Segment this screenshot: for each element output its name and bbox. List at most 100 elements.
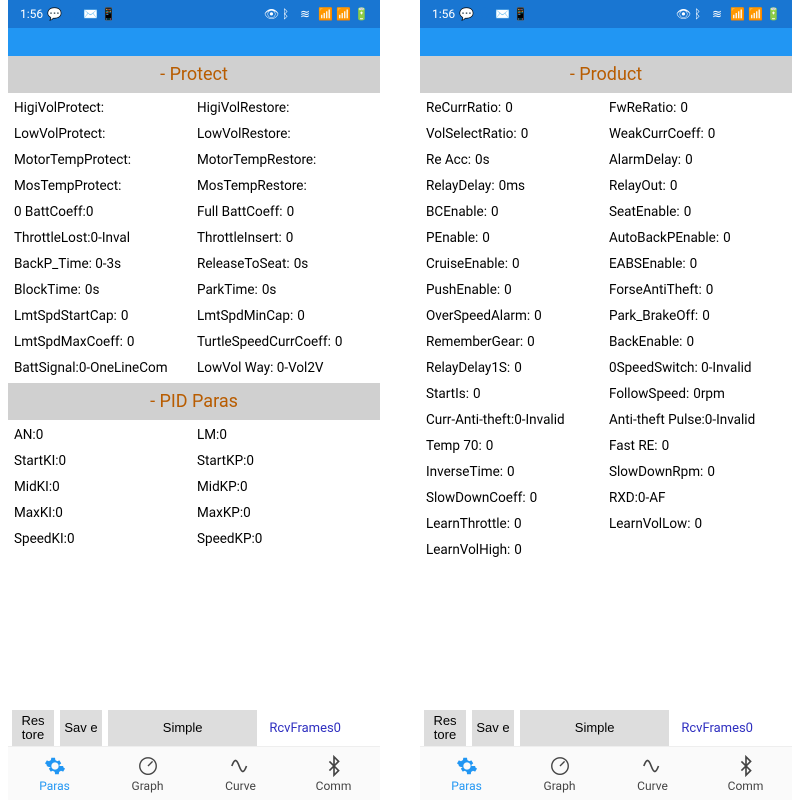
nav-graph[interactable]: Graph [513, 747, 606, 800]
param-item[interactable]: ThrottleLost:0-Inval [14, 225, 191, 251]
nav-paras[interactable]: Paras [8, 747, 101, 800]
param-item[interactable]: BCEnable:0 [426, 199, 603, 225]
param-value: 0 [473, 386, 481, 402]
param-label: Temp 70: [426, 438, 482, 454]
nav-graph[interactable]: Graph [101, 747, 194, 800]
param-item[interactable]: AlarmDelay:0 [609, 147, 786, 173]
nav-curve[interactable]: Curve [606, 747, 699, 800]
param-item[interactable]: MosTempRestore: [197, 173, 374, 199]
param-item[interactable]: CruiseEnable:0 [426, 251, 603, 277]
param-item[interactable]: SlowDownRpm:0 [609, 459, 786, 485]
param-item[interactable]: LM:0 [197, 422, 374, 448]
param-item[interactable]: SpeedKI:0 [14, 526, 191, 552]
param-item[interactable]: LearnVolHigh:0 [426, 537, 603, 563]
param-item[interactable]: HigiVolProtect: [14, 95, 191, 121]
param-item[interactable]: EABSEnable:0 [609, 251, 786, 277]
param-item[interactable]: ParkTime:0s [197, 277, 374, 303]
param-item[interactable]: BattSignal:0-OneLineCom [14, 355, 191, 381]
scroll-area[interactable]: - Protect HigiVolProtect:HigiVolRestore:… [8, 56, 380, 708]
param-value: 0s [262, 282, 277, 298]
param-label: Re Acc: [426, 152, 471, 168]
status-right: 👁 ᛒ ≋ 📶 📶 🔋 [676, 7, 780, 21]
param-item[interactable]: MotorTempRestore: [197, 147, 374, 173]
param-item[interactable]: LmtSpdMaxCoeff:0 [14, 329, 191, 355]
status-time: 1:56 [432, 7, 455, 21]
param-item[interactable]: RelayDelay1S:0 [426, 355, 603, 381]
param-item[interactable]: Park_BrakeOff:0 [609, 303, 786, 329]
param-item[interactable]: LearnVolLow:0 [609, 511, 786, 537]
param-item[interactable]: RememberGear:0 [426, 329, 603, 355]
param-item[interactable]: FollowSpeed:0rpm [609, 381, 786, 407]
param-label: LowVolRestore: [197, 126, 291, 142]
param-item[interactable]: LowVolProtect: [14, 121, 191, 147]
param-item[interactable]: Re Acc:0s [426, 147, 603, 173]
param-item[interactable]: TurtleSpeedCurrCoeff:0 [197, 329, 374, 355]
param-item[interactable]: MaxKI:0 [14, 500, 191, 526]
param-item[interactable]: Curr-Anti-theft:0-Invalid [426, 407, 603, 433]
restore-button[interactable]: Res tore [424, 710, 466, 746]
simple-button[interactable]: Simple [108, 710, 257, 746]
param-item[interactable]: RelayOut:0 [609, 173, 786, 199]
param-item[interactable]: ForseAntiTheft:0 [609, 277, 786, 303]
nav-paras[interactable]: Paras [420, 747, 513, 800]
param-item[interactable]: StartKI:0 [14, 448, 191, 474]
param-item[interactable]: ReCurrRatio:0 [426, 95, 603, 121]
param-item[interactable]: PushEnable:0 [426, 277, 603, 303]
param-item[interactable]: LmtSpdMinCap:0 [197, 303, 374, 329]
save-button[interactable]: Sav e [472, 710, 514, 746]
param-item[interactable]: AN:0 [14, 422, 191, 448]
param-item[interactable]: 0SpeedSwitch: 0-Invalid [609, 355, 786, 381]
param-item[interactable]: BackEnable:0 [609, 329, 786, 355]
param-item[interactable]: HigiVolRestore: [197, 95, 374, 121]
param-item[interactable]: MotorTempProtect: [14, 147, 191, 173]
save-button[interactable]: Sav e [60, 710, 102, 746]
param-item[interactable]: Fast RE:0 [609, 433, 786, 459]
param-item[interactable]: 0 BattCoeff:0 [14, 199, 191, 225]
scroll-area[interactable]: - Product ReCurrRatio:0FwReRatio:0VolSel… [420, 56, 792, 708]
param-item[interactable]: ThrottleInsert:0 [197, 225, 374, 251]
param-value: 0 [335, 334, 343, 350]
mail-icon: ✉️ [83, 7, 97, 21]
param-item[interactable]: BackP_Time: 0-3s [14, 251, 191, 277]
param-value: 0 [685, 152, 693, 168]
param-item[interactable]: RelayDelay:0ms [426, 173, 603, 199]
param-item[interactable]: AutoBackPEnable:0 [609, 225, 786, 251]
bluetooth-icon: ᛒ [282, 7, 296, 21]
param-item[interactable]: LowVol Way: 0-Vol2V [197, 355, 374, 381]
param-item[interactable]: ReleaseToSeat:0s [197, 251, 374, 277]
param-item[interactable]: LmtSpdStartCap:0 [14, 303, 191, 329]
param-label: LmtSpdMaxCoeff: [14, 334, 123, 350]
simple-button[interactable]: Simple [520, 710, 669, 746]
param-item[interactable]: RXD:0-AF [609, 485, 786, 511]
param-item[interactable]: LowVolRestore: [197, 121, 374, 147]
param-item[interactable]: InverseTime:0 [426, 459, 603, 485]
param-item[interactable]: Full BattCoeff:0 [197, 199, 374, 225]
param-item[interactable]: PEnable:0 [426, 225, 603, 251]
param-item[interactable]: VolSelectRatio:0 [426, 121, 603, 147]
param-label: AutoBackPEnable: [609, 230, 719, 246]
param-item[interactable]: Temp 70:0 [426, 433, 603, 459]
param-item[interactable]: SeatEnable:0 [609, 199, 786, 225]
param-item[interactable]: Anti-theft Pulse:0-Invalid [609, 407, 786, 433]
param-item[interactable]: LearnThrottle:0 [426, 511, 603, 537]
param-item[interactable]: SpeedKP:0 [197, 526, 374, 552]
param-item[interactable]: MidKI:0 [14, 474, 191, 500]
param-item[interactable]: MosTempProtect: [14, 173, 191, 199]
param-item[interactable]: OverSpeedAlarm:0 [426, 303, 603, 329]
param-item[interactable] [609, 537, 786, 563]
nav-curve[interactable]: Curve [194, 747, 287, 800]
nav-comm[interactable]: Comm [699, 747, 792, 800]
param-label: LmtSpdStartCap: [14, 308, 117, 324]
restore-button[interactable]: Res tore [12, 710, 54, 746]
param-item[interactable]: MidKP:0 [197, 474, 374, 500]
param-item[interactable]: FwReRatio:0 [609, 95, 786, 121]
nav-comm[interactable]: Comm [287, 747, 380, 800]
appbar [8, 28, 380, 56]
param-item[interactable]: WeakCurrCoeff:0 [609, 121, 786, 147]
param-item[interactable]: SlowDownCoeff:0 [426, 485, 603, 511]
param-item[interactable]: BlockTime:0s [14, 277, 191, 303]
param-item[interactable]: MaxKP:0 [197, 500, 374, 526]
param-item[interactable]: StartIs:0 [426, 381, 603, 407]
param-label: BCEnable: [426, 204, 487, 220]
param-item[interactable]: StartKP:0 [197, 448, 374, 474]
